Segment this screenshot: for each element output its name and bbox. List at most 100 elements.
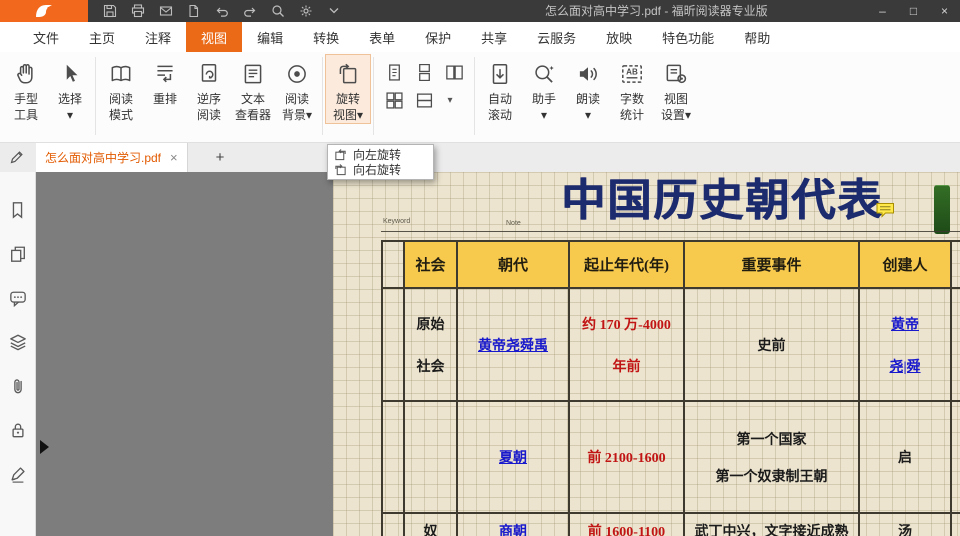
menu-item-rotate-left[interactable]: 向左旋转 bbox=[328, 147, 433, 162]
cell-events: 武丁中兴，文字接近成熟 bbox=[684, 513, 859, 536]
read-aloud-button[interactable]: 朗读 ▾ bbox=[566, 55, 610, 123]
reflow-button[interactable]: 重排 bbox=[143, 55, 187, 123]
print-icon[interactable] bbox=[130, 4, 145, 19]
auto-scroll-button[interactable]: 自动 滚动 bbox=[478, 55, 522, 123]
cell-founder: 启 bbox=[859, 401, 951, 513]
reading-background-button[interactable]: 阅读 背景▾ bbox=[275, 55, 319, 123]
menu-comment[interactable]: 注释 bbox=[130, 22, 186, 52]
reading-background-icon bbox=[284, 57, 310, 91]
save-icon[interactable] bbox=[102, 4, 117, 19]
table-row: 奴 商朝 前 1600-1100 武丁中兴，文字接近成熟 汤 bbox=[382, 513, 960, 536]
mail-icon[interactable] bbox=[158, 4, 173, 19]
menu-view[interactable]: 视图 bbox=[186, 22, 242, 52]
menu-features[interactable]: 特色功能 bbox=[647, 22, 729, 52]
menu-edit[interactable]: 编辑 bbox=[242, 22, 298, 52]
titlebar: 怎么面对高中学习.pdf - 福昕阅读器专业版 – □ × bbox=[0, 0, 960, 22]
cell-period: 约 170 万-4000年前 bbox=[569, 288, 684, 401]
cell-dynasty: 夏朝 bbox=[457, 401, 569, 513]
continuous-page-icon[interactable] bbox=[415, 63, 433, 81]
ribbon-label: 文本 bbox=[241, 91, 265, 107]
menu-item-rotate-right[interactable]: 向右旋转 bbox=[328, 162, 433, 177]
ribbon-label: 视图 bbox=[664, 91, 688, 107]
hand-tool-button[interactable]: 手型 工具 bbox=[4, 55, 48, 123]
menu-cloud[interactable]: 云服务 bbox=[522, 22, 591, 52]
continuous-facing-icon[interactable] bbox=[385, 91, 403, 109]
read-mode-button[interactable]: 阅读 模式 bbox=[99, 55, 143, 123]
sticky-note-icon[interactable] bbox=[876, 202, 895, 218]
ribbon-label: 设置▾ bbox=[661, 107, 691, 123]
pages-panel-button[interactable] bbox=[0, 232, 35, 276]
menu-present[interactable]: 放映 bbox=[591, 22, 647, 52]
word-count-button[interactable]: AB 字数 统计 bbox=[610, 55, 654, 123]
comments-panel-button[interactable] bbox=[0, 276, 35, 320]
ribbon-label: 朗读 bbox=[576, 91, 600, 107]
sidebar-expand-handle[interactable] bbox=[40, 440, 49, 454]
menu-home[interactable]: 主页 bbox=[74, 22, 130, 52]
security-panel-button[interactable] bbox=[0, 408, 35, 452]
facing-pages-icon[interactable] bbox=[445, 63, 463, 81]
ribbon-label: 阅读 bbox=[285, 91, 309, 107]
assistant-button[interactable]: 助手 ▾ bbox=[522, 55, 566, 123]
ribbon-label: ▾ bbox=[585, 107, 591, 123]
split-view-icon[interactable] bbox=[415, 91, 433, 109]
minimize-button[interactable]: – bbox=[867, 0, 898, 22]
undo-icon[interactable] bbox=[214, 4, 229, 19]
hand-icon bbox=[13, 57, 39, 91]
layers-icon bbox=[9, 333, 27, 351]
table-row: 原始社会 黄帝尧舜禹 约 170 万-4000年前 史前 黄帝尧|舜 bbox=[382, 288, 960, 401]
quick-access-toolbar bbox=[102, 4, 341, 19]
view-settings-button[interactable]: 视图 设置▾ bbox=[654, 55, 698, 123]
single-page-icon[interactable] bbox=[385, 63, 403, 81]
dynasty-link[interactable]: 夏朝 bbox=[499, 451, 527, 466]
ribbon-label: 统计 bbox=[620, 107, 644, 123]
ribbon-label: 旋转 bbox=[336, 91, 360, 107]
rotate-view-menu: 向左旋转 向右旋转 bbox=[327, 144, 434, 180]
pdf-page: 中国历史朝代表 Keyword Note 社会 朝代 起止年代(年) 重要事件 bbox=[333, 172, 960, 536]
founder-link[interactable]: 尧|舜 bbox=[889, 356, 920, 376]
document-tab[interactable]: 怎么面对高中学习.pdf × bbox=[36, 143, 188, 172]
export-icon[interactable] bbox=[186, 4, 201, 19]
pencil-icon[interactable] bbox=[9, 149, 25, 165]
foxit-logo[interactable] bbox=[0, 0, 88, 22]
bookmarks-panel-button[interactable] bbox=[0, 188, 35, 232]
menu-help[interactable]: 帮助 bbox=[729, 22, 785, 52]
rotate-view-button[interactable]: 旋转 视图▾ bbox=[326, 55, 370, 123]
menu-protect[interactable]: 保护 bbox=[410, 22, 466, 52]
layers-panel-button[interactable] bbox=[0, 320, 35, 364]
menu-file[interactable]: 文件 bbox=[18, 22, 74, 52]
menu-convert[interactable]: 转换 bbox=[298, 22, 354, 52]
reflow-icon bbox=[152, 57, 178, 91]
tab-label: 怎么面对高中学习.pdf bbox=[45, 149, 161, 166]
new-tab-button[interactable]: + bbox=[209, 143, 231, 172]
table-top-rule bbox=[381, 231, 960, 232]
settings-icon[interactable] bbox=[298, 4, 313, 19]
cell-events: 第一个国家第一个奴隶制王朝 bbox=[684, 401, 859, 513]
table-header-row: 社会 朝代 起止年代(年) 重要事件 创建人 bbox=[382, 241, 960, 288]
pdf-document-title: 中国历史朝代表 bbox=[561, 172, 883, 228]
signature-pen-icon bbox=[9, 465, 27, 483]
green-decoration-bar bbox=[934, 185, 950, 234]
founder-link[interactable]: 黄帝 bbox=[891, 314, 919, 334]
document-viewport[interactable]: 中国历史朝代表 Keyword Note 社会 朝代 起止年代(年) 重要事件 bbox=[36, 172, 960, 536]
close-button[interactable]: × bbox=[929, 0, 960, 22]
cursor-icon bbox=[57, 57, 83, 91]
customize-chevron-icon[interactable] bbox=[326, 4, 341, 19]
cell-dynasty: 商朝 bbox=[457, 513, 569, 536]
signature-panel-button[interactable] bbox=[0, 452, 35, 496]
redo-icon[interactable] bbox=[242, 4, 257, 19]
text-viewer-button[interactable]: 文本 查看器 bbox=[231, 55, 275, 123]
cell-blank bbox=[951, 401, 960, 513]
attachments-panel-button[interactable] bbox=[0, 364, 35, 408]
select-tool-button[interactable]: 选择 ▾ bbox=[48, 55, 92, 123]
reverse-reading-button[interactable]: 逆序 阅读 bbox=[187, 55, 231, 123]
search-icon[interactable] bbox=[270, 4, 285, 19]
tab-close-icon[interactable]: × bbox=[170, 151, 178, 164]
chevron-down-icon[interactable]: ▾ bbox=[445, 91, 455, 109]
maximize-button[interactable]: □ bbox=[898, 0, 929, 22]
ribbon-label: 重排 bbox=[153, 91, 177, 107]
menu-form[interactable]: 表单 bbox=[354, 22, 410, 52]
menu-share[interactable]: 共享 bbox=[466, 22, 522, 52]
dynasty-link[interactable]: 黄帝尧舜禹 bbox=[478, 339, 548, 354]
keyword-field-label: Keyword bbox=[383, 218, 410, 225]
dynasty-link[interactable]: 商朝 bbox=[499, 525, 527, 536]
